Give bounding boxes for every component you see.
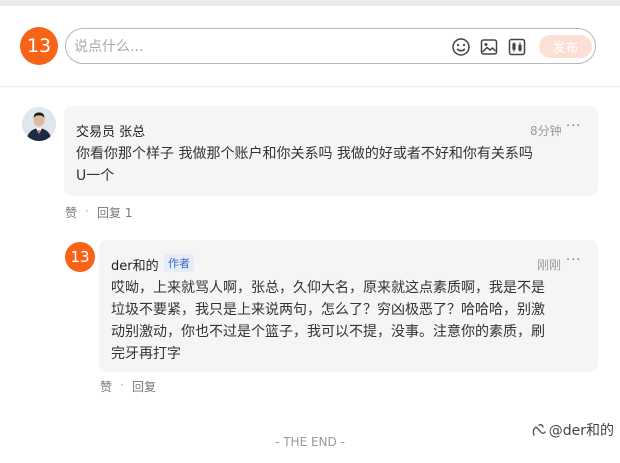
user-avatar[interactable]: 13 — [20, 27, 58, 65]
comment-composer: 发布 — [65, 28, 596, 64]
stock-icon[interactable] — [507, 37, 527, 57]
avatar-number: 13 — [70, 248, 90, 266]
reply-button[interactable]: 回复 — [132, 378, 156, 395]
comment-card: 交易员 张总 8分钟 ··· 你看你那个样子 我做那个账户和你关系吗 我做的好或… — [64, 106, 598, 196]
image-icon[interactable] — [479, 37, 499, 57]
reply-content: 哎呦，上来就骂人啊，张总，久仰大名，原来就这点素质啊，我是不是 垃圾不要紧，我只… — [111, 277, 596, 365]
person-photo-icon — [22, 107, 56, 141]
reply-card: der和的 作者 刚刚 ··· 哎呦，上来就骂人啊，张总，久仰大名，原来就这点素… — [99, 240, 598, 372]
avatar-number: 13 — [26, 35, 52, 57]
like-button[interactable]: 赞 — [100, 378, 112, 395]
like-button[interactable]: 赞 — [65, 204, 77, 221]
emoji-icon[interactable] — [451, 37, 471, 57]
commenter-avatar[interactable] — [22, 107, 56, 141]
comment-line: 你看你那个样子 我做那个账户和你关系吗 我做的好或者不好和你有关系吗 — [76, 146, 533, 162]
reply-time: 刚刚 — [537, 258, 562, 272]
reply-button[interactable]: 回复 1 — [97, 204, 132, 221]
reply-line: 动别激动，你也不过是个篮子，我可以不提，没事。注意你的素质，刷 — [111, 324, 545, 340]
watermark-text: @der和的 — [548, 423, 614, 439]
reply-line: 垃圾不要紧，我只是上来说两句，怎么了？穷凶极恶了？哈哈哈，别激 — [111, 302, 545, 318]
comment-author[interactable]: 交易员 张总 — [76, 121, 145, 140]
reply-line: 完牙再打字 — [111, 346, 181, 362]
the-end-label: - THE END - — [275, 435, 345, 449]
watermark: @der和的 — [531, 420, 614, 440]
comment-input[interactable] — [74, 36, 434, 58]
reply-line: 哎呦，上来就骂人啊，张总，久仰大名，原来就这点素质啊，我是不是 — [111, 280, 545, 296]
action-separator: · — [120, 378, 124, 392]
author-badge: 作者 — [164, 254, 194, 272]
top-edge-bar — [0, 0, 620, 6]
comment-time: 8分钟 — [530, 124, 562, 138]
more-options-icon[interactable]: ··· — [566, 253, 581, 268]
post-button[interactable]: 发布 — [539, 35, 592, 58]
zhihu-logo-icon — [532, 424, 546, 436]
more-options-icon[interactable]: ··· — [566, 119, 581, 134]
reply-author[interactable]: der和的 — [111, 255, 159, 274]
divider — [0, 86, 620, 87]
reply-avatar[interactable]: 13 — [65, 242, 95, 272]
action-separator: · — [85, 204, 89, 218]
comment-line: U一个 — [76, 168, 115, 184]
comment-content: 你看你那个样子 我做那个账户和你关系吗 我做的好或者不好和你有关系吗 U一个 — [76, 143, 592, 187]
